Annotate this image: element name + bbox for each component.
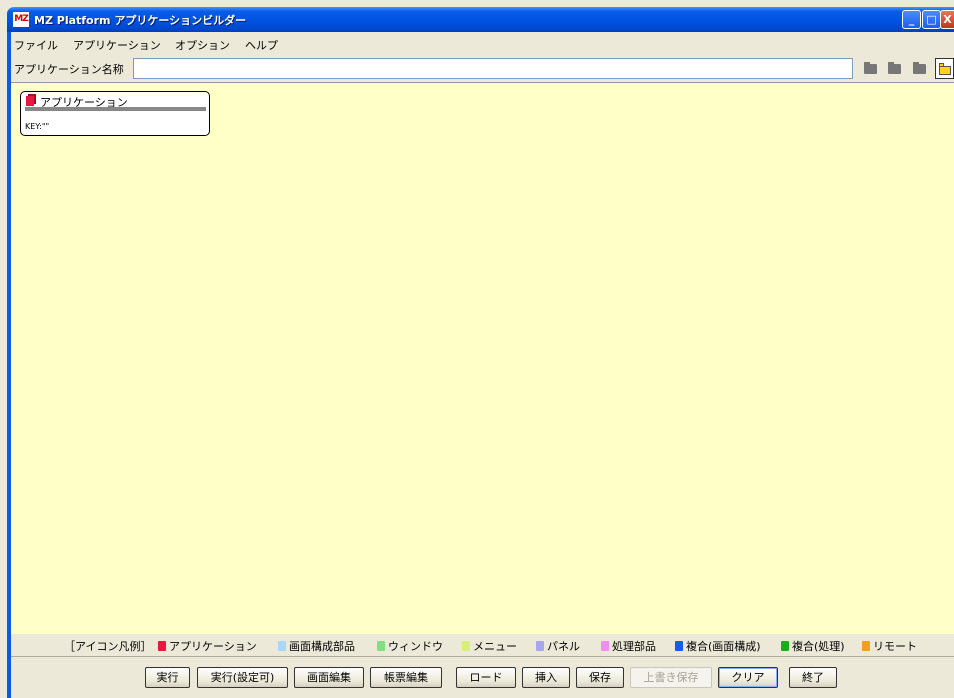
- menu-application[interactable]: アプリケーション: [73, 37, 161, 53]
- legend-swatch-icon: [278, 641, 286, 651]
- maximize-button[interactable]: □: [922, 10, 941, 29]
- legend-item: 画面構成部品: [278, 638, 355, 654]
- menu-bar: ファイル アプリケーション オプション ヘルプ: [11, 33, 954, 55]
- clear-button[interactable]: クリア: [718, 667, 778, 688]
- legend-label: ［アイコン凡例］: [64, 640, 152, 653]
- minimize-button[interactable]: _: [902, 10, 921, 29]
- close-button[interactable]: X: [940, 10, 954, 29]
- folder-icon[interactable]: [862, 60, 879, 77]
- legend-item: 処理部品: [601, 638, 656, 654]
- icon-legend: ［アイコン凡例］ アプリケーション 画面構成部品 ウィンドウ メニュー パネル …: [11, 634, 954, 654]
- folder-icon[interactable]: [886, 60, 903, 77]
- legend-item: 複合(画面構成): [675, 638, 761, 654]
- menu-help[interactable]: ヘルプ: [245, 37, 278, 53]
- menu-file[interactable]: ファイル: [14, 37, 58, 53]
- legend-swatch-icon: [536, 641, 544, 651]
- legend-item: パネル: [536, 638, 580, 654]
- legend-item: アプリケーション: [158, 638, 257, 654]
- legend-swatch-icon: [862, 641, 870, 651]
- legend-item: 複合(処理): [781, 638, 845, 654]
- app-logo-icon: MZ: [13, 12, 29, 27]
- application-node[interactable]: アプリケーション KEY:"": [20, 91, 210, 136]
- menu-options[interactable]: オプション: [175, 37, 230, 53]
- legend-item: ウィンドウ: [377, 638, 443, 654]
- legend-swatch-icon: [158, 641, 166, 651]
- app-name-label: アプリケーション名称: [14, 63, 124, 76]
- title-bar[interactable]: MZ MZ Platform アプリケーションビルダー _ □ X: [7, 7, 954, 32]
- legend-item: リモート: [862, 638, 917, 654]
- folder-icon[interactable]: [911, 60, 928, 77]
- node-key: KEY:"": [25, 122, 50, 131]
- overwrite-save-button[interactable]: 上書き保存: [630, 667, 712, 688]
- legend-swatch-icon: [675, 641, 683, 651]
- run-button[interactable]: 実行: [145, 667, 190, 688]
- application-cube-icon: [26, 96, 34, 106]
- window-title: MZ Platform アプリケーションビルダー: [34, 14, 247, 27]
- legend-swatch-icon: [601, 641, 609, 651]
- screen-edit-button[interactable]: 画面編集: [294, 667, 364, 688]
- legend-swatch-icon: [781, 641, 789, 651]
- exit-button[interactable]: 終了: [789, 667, 837, 688]
- divider: [11, 656, 954, 657]
- load-button[interactable]: ロード: [456, 667, 516, 688]
- app-name-input[interactable]: [133, 58, 853, 79]
- form-edit-button[interactable]: 帳票編集: [370, 667, 442, 688]
- run-config-button[interactable]: 実行(設定可): [197, 667, 288, 688]
- legend-swatch-icon: [377, 641, 385, 651]
- legend-swatch-icon: [462, 641, 470, 651]
- save-button[interactable]: 保存: [576, 667, 624, 688]
- builder-canvas[interactable]: [11, 82, 954, 634]
- legend-item: メニュー: [462, 638, 517, 654]
- node-divider: [25, 107, 206, 111]
- open-folder-icon[interactable]: [935, 58, 954, 79]
- insert-button[interactable]: 挿入: [522, 667, 570, 688]
